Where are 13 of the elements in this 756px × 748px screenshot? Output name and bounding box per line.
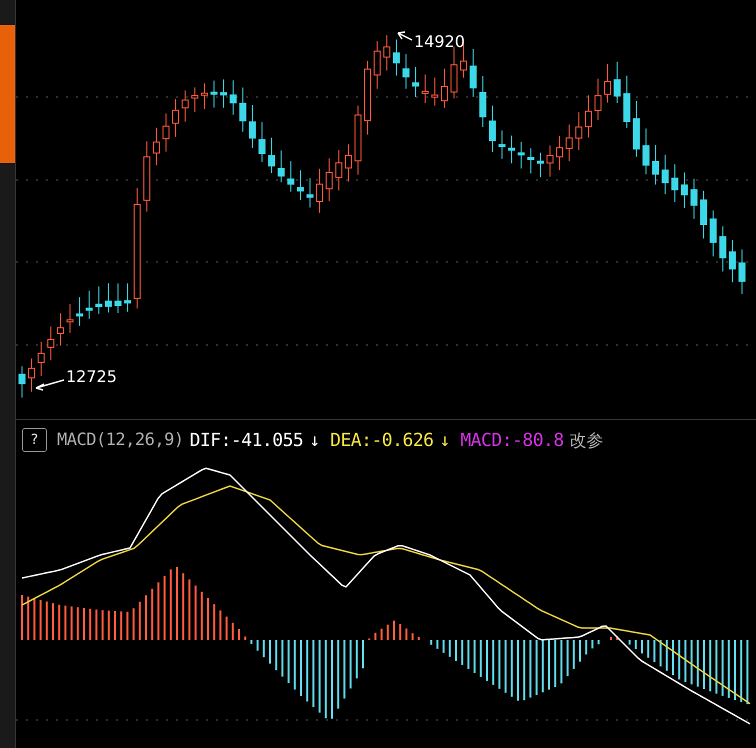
indicator-value: DIF:-41.055 <box>190 430 304 451</box>
high-marker <box>397 31 413 41</box>
high-price-label: 14920 <box>414 32 465 51</box>
settings-link[interactable]: 改参 <box>570 428 604 452</box>
indicator-name: MACD(12,26,9) <box>57 430 184 450</box>
trend-arrow: ↓ <box>309 430 320 451</box>
low-marker <box>35 379 65 391</box>
help-button[interactable]: ? <box>22 428 47 452</box>
low-price-label: 12725 <box>66 367 117 386</box>
indicator-value: MACD:-80.8 <box>460 430 564 451</box>
side-tab[interactable] <box>0 25 15 163</box>
indicator-value: DEA:-0.626 <box>330 430 434 451</box>
trend-arrow: ↓ <box>440 430 450 451</box>
